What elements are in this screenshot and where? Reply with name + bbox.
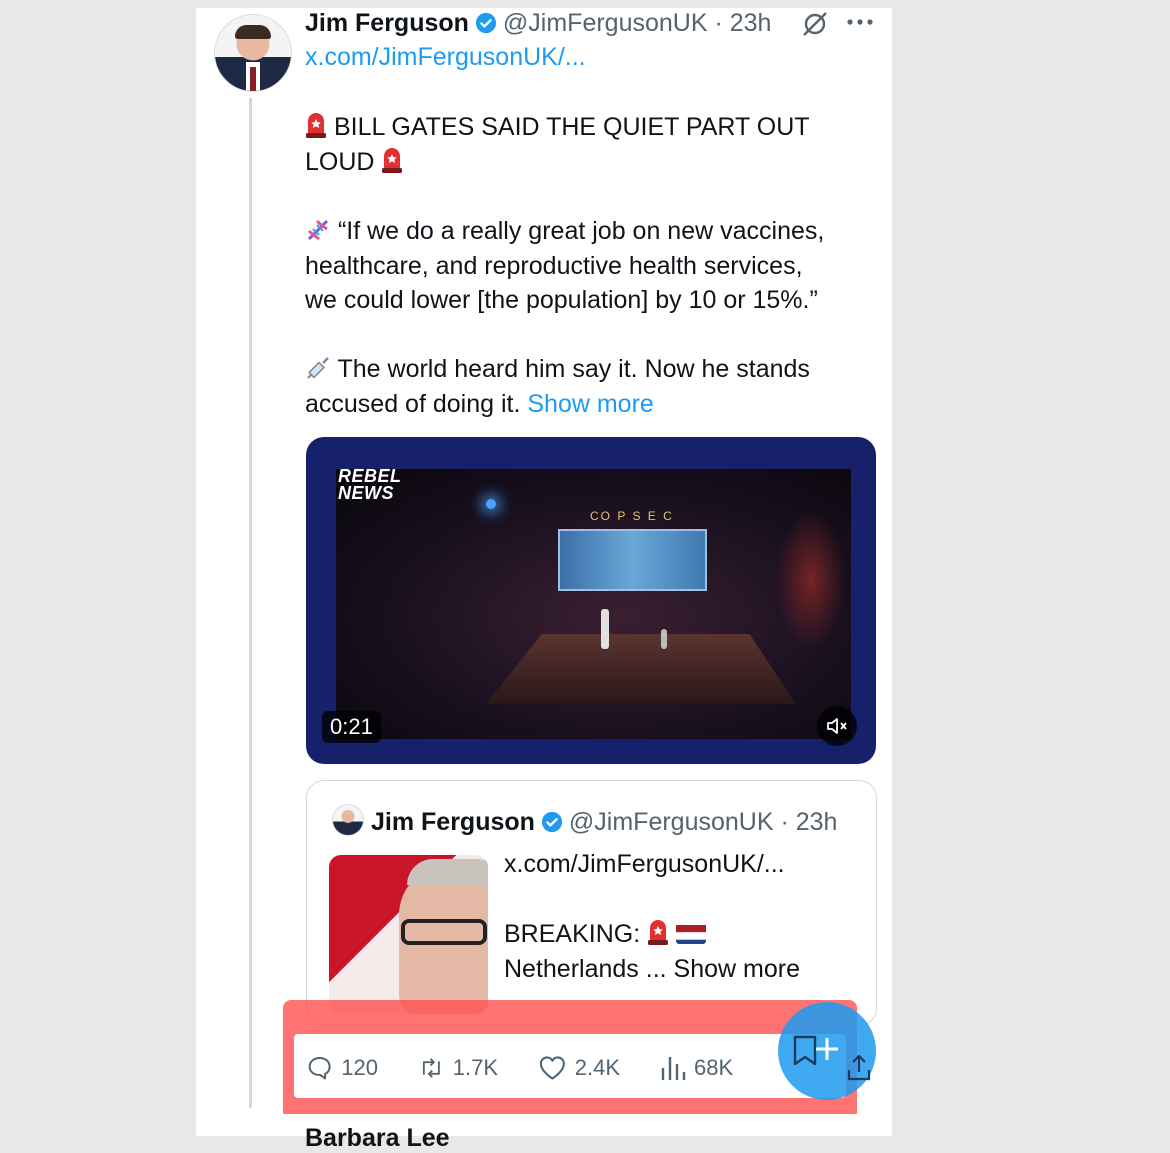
tweet-header: Jim Ferguson @JimFergusonUK · 23h bbox=[305, 6, 771, 40]
quote-line1: “If we do a really great job on new vacc… bbox=[337, 217, 825, 245]
rebel-news-logo: REBEL NEWS bbox=[338, 466, 402, 503]
repost-count: 1.7K bbox=[452, 1055, 498, 1080]
netherlands-flag-icon bbox=[676, 922, 707, 944]
next-tweet-author: Barbara Lee bbox=[305, 1124, 450, 1152]
quoted-text: BREAKING: Netherlands ... Show more bbox=[504, 917, 800, 986]
avatar[interactable] bbox=[214, 14, 292, 92]
views-count: 68K bbox=[694, 1055, 734, 1080]
verified-badge-icon bbox=[475, 12, 497, 34]
syringe-icon bbox=[307, 357, 329, 379]
repost-icon bbox=[422, 1058, 440, 1078]
author-name[interactable]: Jim Ferguson bbox=[305, 9, 469, 38]
action-bar: 120 1.7K 2.4K 68K bbox=[306, 1050, 776, 1086]
heart-icon bbox=[539, 1056, 565, 1080]
headline-line1: BILL GATES SAID THE QUIET PART OUT bbox=[333, 113, 810, 141]
headline-line2: LOUD bbox=[305, 147, 375, 176]
quoted-breaking: BREAKING: bbox=[504, 920, 641, 948]
quoted-thumbnail bbox=[329, 855, 488, 1014]
siren-icon bbox=[382, 147, 403, 173]
verified-badge-icon bbox=[541, 811, 563, 833]
like-button[interactable]: 2.4K bbox=[538, 1054, 620, 1082]
analytics-icon bbox=[661, 1057, 686, 1080]
quoted-link: x.com/JimFergusonUK/... bbox=[504, 850, 785, 878]
para3-line2: accused of doing it. bbox=[305, 389, 521, 418]
reply-count: 120 bbox=[341, 1055, 378, 1080]
quoted-avatar bbox=[332, 804, 364, 836]
siren-icon bbox=[648, 920, 669, 945]
video-frame: CO P S E C bbox=[336, 469, 851, 739]
stage-screen bbox=[558, 529, 707, 591]
grok-icon[interactable] bbox=[800, 10, 830, 38]
repost-button[interactable]: 1.7K bbox=[418, 1054, 498, 1082]
thread-line bbox=[249, 98, 252, 1108]
quoted-author-name: Jim Ferguson bbox=[371, 807, 535, 836]
para3-line1: The world heard him say it. Now he stand… bbox=[337, 355, 810, 383]
views-button[interactable]: 68K bbox=[660, 1054, 736, 1082]
quoted-handle-time: @JimFergusonUK · 23h bbox=[568, 807, 838, 836]
stage-screen-title: CO P S E C bbox=[590, 509, 674, 523]
like-count: 2.4K bbox=[574, 1055, 620, 1080]
tweet-link[interactable]: x.com/JimFergusonUK/... bbox=[305, 43, 586, 72]
quote-line2: healthcare, and reproductive health serv… bbox=[305, 251, 803, 280]
tweet-text-quote: “If we do a really great job on new vacc… bbox=[305, 214, 880, 318]
reply-icon bbox=[308, 1056, 331, 1080]
siren-icon bbox=[306, 113, 326, 138]
quoted-header: Jim Ferguson @JimFergusonUK · 23h bbox=[371, 806, 837, 838]
dna-icon bbox=[307, 219, 329, 241]
volume-muted-icon[interactable] bbox=[817, 706, 857, 746]
plus-icon bbox=[816, 1038, 838, 1060]
quote-line3: we could lower [the population] by 10 or… bbox=[305, 286, 818, 314]
author-handle-time[interactable]: @JimFergusonUK · 23h bbox=[503, 9, 772, 38]
video-duration: 0:21 bbox=[322, 711, 381, 743]
share-icon[interactable] bbox=[846, 1054, 872, 1082]
tweet-text-headline: BILL GATES SAID THE QUIET PART OUT LOUD bbox=[305, 110, 880, 179]
compose-fab-button[interactable] bbox=[778, 1002, 876, 1100]
more-options-icon[interactable] bbox=[846, 16, 874, 28]
show-more-link[interactable]: Show more bbox=[527, 390, 653, 418]
tweet-text-para3: The world heard him say it. Now he stand… bbox=[305, 352, 880, 421]
reply-button[interactable]: 120 bbox=[306, 1053, 378, 1083]
quoted-snippet: Netherlands ... Show more bbox=[504, 954, 800, 983]
next-tweet[interactable] bbox=[196, 1114, 892, 1136]
